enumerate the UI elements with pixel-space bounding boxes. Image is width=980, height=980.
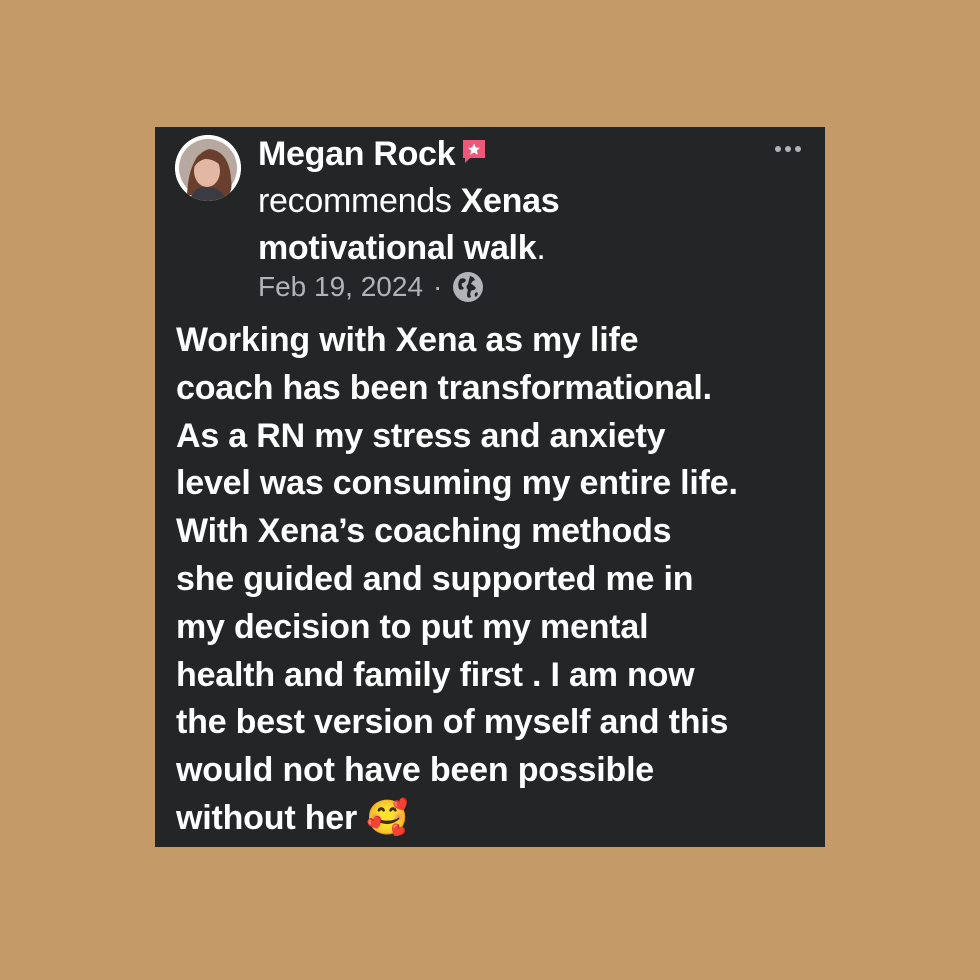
avatar-photo — [175, 135, 241, 201]
post-header: Megan Rock recommends Xenas motivational… — [258, 131, 728, 272]
post-date[interactable]: Feb 19, 2024 — [258, 271, 423, 303]
author-name[interactable]: Megan Rock — [258, 135, 456, 173]
header-period: . — [536, 229, 546, 267]
author-avatar[interactable] — [175, 135, 241, 201]
action-text: recommends — [258, 182, 452, 220]
more-options-icon[interactable] — [773, 143, 803, 155]
post-body: Working with Xena as my life coach has b… — [176, 321, 738, 837]
recommendation-badge-icon — [461, 130, 487, 177]
globe-icon[interactable] — [452, 271, 484, 303]
post-meta: Feb 19, 2024 · — [258, 265, 484, 309]
recommendation-post-card: Megan Rock recommends Xenas motivational… — [155, 127, 825, 847]
meta-separator: · — [433, 271, 443, 302]
